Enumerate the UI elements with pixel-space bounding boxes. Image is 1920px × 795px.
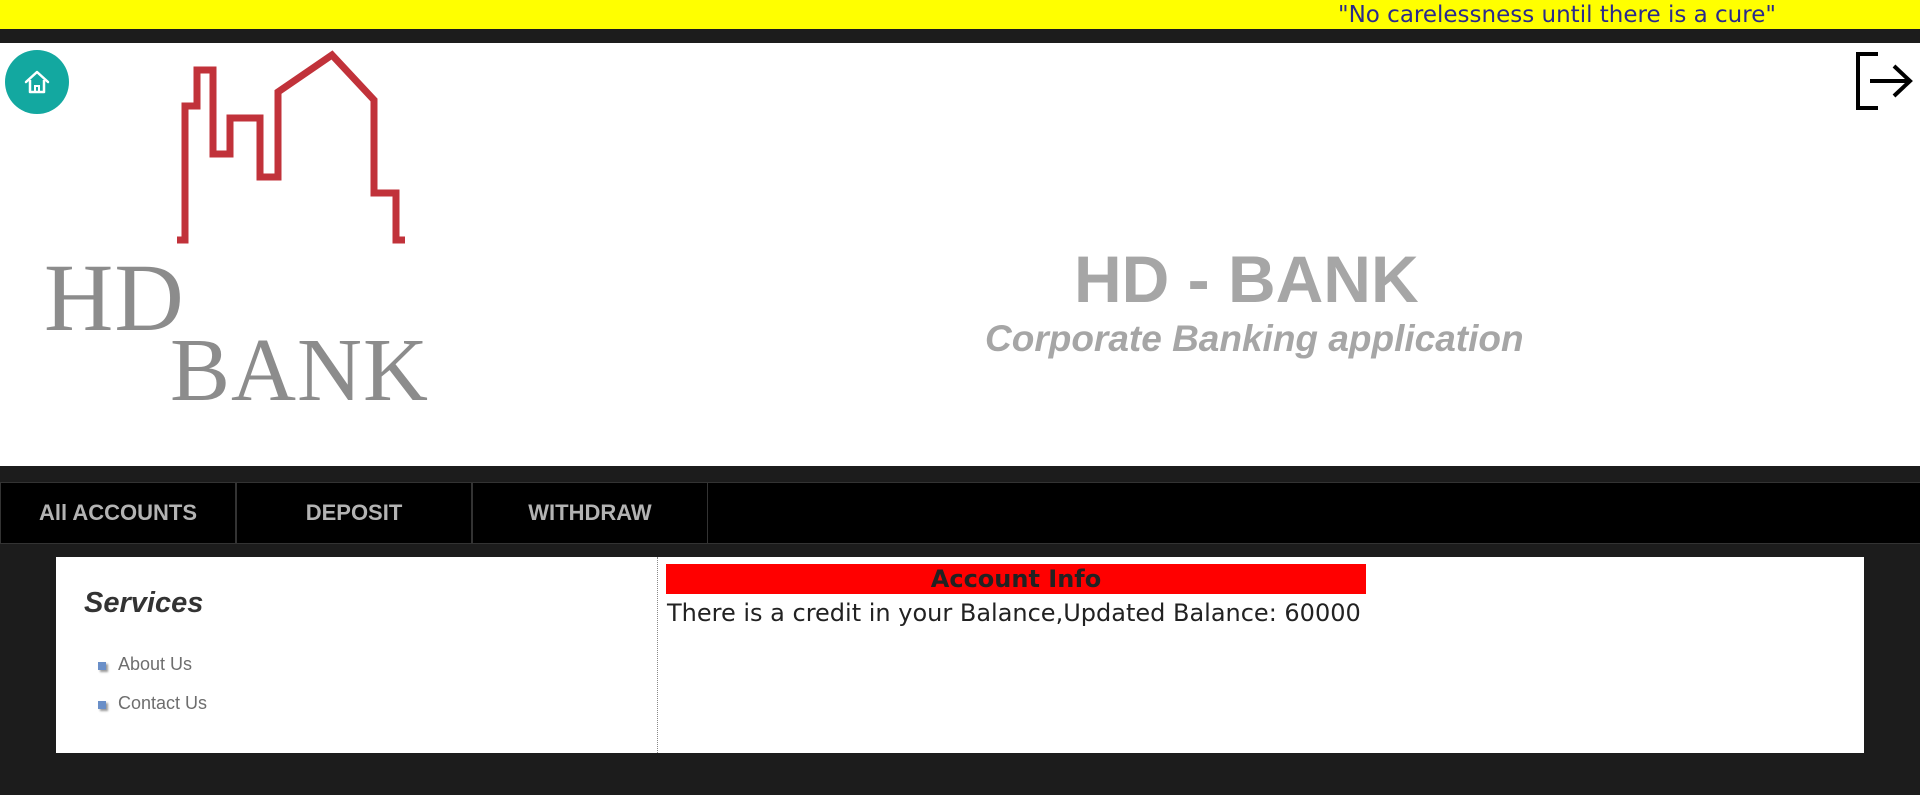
bullet-icon [98,701,106,709]
nav-deposit[interactable]: DEPOSIT [236,483,472,543]
bank-subtitle: Corporate Banking application [985,318,1524,359]
slogan-text: "No carelessness until there is a cure" [1338,2,1776,28]
nav-withdraw[interactable]: WITHDRAW [472,483,708,543]
services-title: Services [84,587,204,619]
logo-text-hd: HD [44,244,185,351]
content-panel: Services About Us Contact Us Account Inf… [56,557,1864,753]
nav-all-accounts[interactable]: All ACCOUNTS [0,483,236,543]
logout-button[interactable] [1852,50,1914,114]
slogan-banner: "No carelessness until there is a cure" [0,0,1920,29]
column-divider [657,557,658,753]
bank-title: HD - BANK [1074,242,1419,316]
contact-us-link[interactable]: Contact Us [118,693,207,714]
logout-icon [1856,52,1913,110]
bullet-icon [98,662,106,670]
account-info-header: Account Info [666,564,1366,594]
main-nav: All ACCOUNTS DEPOSIT WITHDRAW [0,482,1920,544]
account-info-message: There is a credit in your Balance,Update… [667,599,1361,627]
about-us-link[interactable]: About Us [118,654,192,675]
logo-text-bank: BANK [170,321,430,420]
